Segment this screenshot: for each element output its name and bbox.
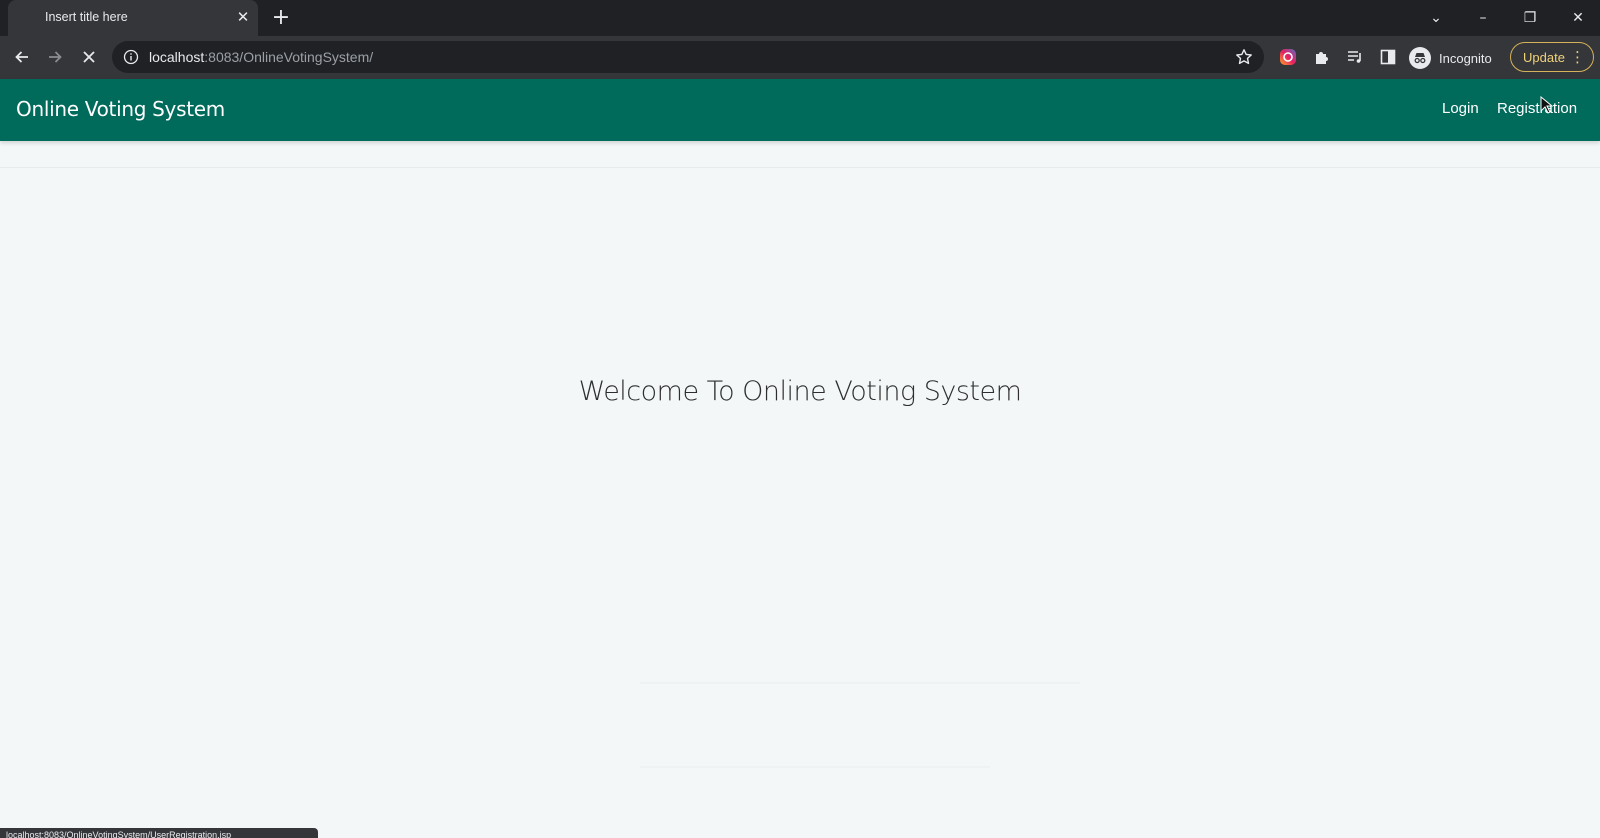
media-playlist-icon[interactable] <box>1344 46 1366 68</box>
side-panel-icon[interactable] <box>1377 46 1399 68</box>
nav-login-link[interactable]: Login <box>1442 100 1479 117</box>
tab-search-chevron-icon[interactable]: ⌄ <box>1424 6 1448 30</box>
section-divider <box>0 167 1600 168</box>
browser-status-bar: localhost:8083/OnlineVotingSystem/UserRe… <box>0 828 318 838</box>
browser-tab[interactable]: Insert title here ✕ <box>8 0 258 36</box>
stop-loading-icon[interactable] <box>76 44 102 70</box>
forward-icon[interactable] <box>42 44 68 70</box>
status-url: localhost:8083/OnlineVotingSystem/UserRe… <box>6 830 232 838</box>
address-bar[interactable]: localhost:8083/OnlineVotingSystem/ <box>112 41 1264 73</box>
welcome-heading: Welcome To Online Voting System <box>578 376 1022 407</box>
minimize-icon[interactable]: – <box>1471 6 1495 30</box>
url-host: localhost <box>149 49 205 65</box>
site-info-icon[interactable] <box>123 49 139 65</box>
tab-title: Insert title here <box>45 10 128 24</box>
incognito-icon <box>1409 47 1431 69</box>
incognito-profile[interactable]: Incognito <box>1409 43 1492 73</box>
faint-line <box>640 682 1080 684</box>
url-path: :8083/OnlineVotingSystem/ <box>204 49 374 65</box>
new-tab-icon[interactable]: + <box>271 7 291 29</box>
incognito-label: Incognito <box>1439 50 1492 66</box>
app-navbar: Online Voting System Login Registration <box>0 79 1600 141</box>
bookmark-star-icon[interactable] <box>1234 47 1254 67</box>
extension-instagram-icon[interactable] <box>1277 46 1299 68</box>
app-brand[interactable]: Online Voting System <box>16 97 225 121</box>
browser-toolbar: localhost:8083/OnlineVotingSystem/ Incog… <box>0 36 1600 79</box>
faint-line <box>640 766 990 768</box>
mouse-cursor-icon <box>1540 96 1554 114</box>
url-text: localhost:8083/OnlineVotingSystem/ <box>149 49 373 65</box>
window-close-icon[interactable]: ✕ <box>1566 6 1590 30</box>
update-label: Update <box>1523 49 1565 65</box>
restore-icon[interactable]: ❐ <box>1518 6 1542 30</box>
more-menu-icon[interactable]: ⋮ <box>1570 49 1585 65</box>
tab-close-icon[interactable]: ✕ <box>234 9 252 27</box>
browser-tab-strip: Insert title here ✕ + ⌄ – ❐ ✕ <box>0 0 1600 36</box>
back-icon[interactable] <box>9 44 35 70</box>
nav-registration-link[interactable]: Registration <box>1497 100 1577 117</box>
update-button[interactable]: Update ⋮ <box>1510 42 1594 72</box>
extensions-puzzle-icon[interactable] <box>1311 46 1333 68</box>
